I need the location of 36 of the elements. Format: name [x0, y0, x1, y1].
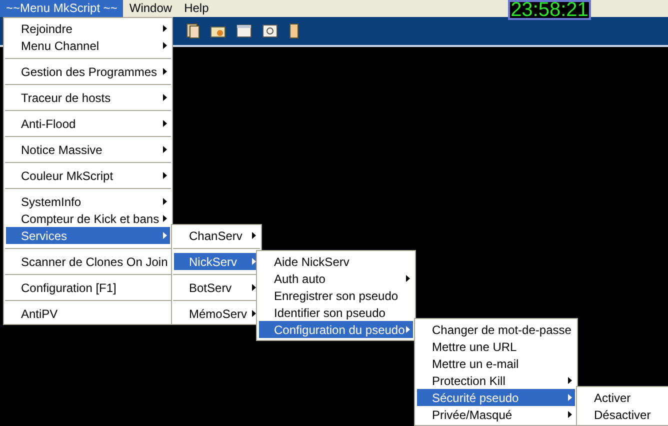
menu-item[interactable]: Compteur de Kick et bans	[6, 210, 170, 227]
menu-item[interactable]: Sécurité pseudo	[417, 389, 575, 406]
menu-item[interactable]: Enregistrer son pseudo	[259, 287, 413, 304]
menu-title[interactable]: ~~Menu MkScript ~~	[0, 0, 124, 17]
menu-item[interactable]: Activer	[579, 389, 668, 406]
menu-item[interactable]: Aide NickServ	[259, 253, 413, 270]
menu-item[interactable]: Mettre une URL	[417, 338, 575, 355]
menu-item[interactable]: NickServ	[174, 253, 259, 270]
menu-item[interactable]: Gestion des Programmes	[6, 63, 170, 80]
menu-item[interactable]: Services	[6, 227, 170, 244]
menu-item[interactable]: Désactiver	[579, 406, 668, 423]
menu-item[interactable]: BotServ	[174, 279, 259, 296]
menu-item[interactable]: SystemInfo	[6, 193, 170, 210]
menu-item[interactable]: Rejoindre	[6, 20, 170, 37]
document-icon[interactable]	[186, 23, 200, 39]
menu-item[interactable]: Mettre un e-mail	[417, 355, 575, 372]
menu-title[interactable]: Window	[123, 0, 178, 17]
menu-item[interactable]: Changer de mot-de-passe	[417, 321, 575, 338]
menu-item[interactable]: Notice Massive	[6, 141, 170, 158]
menu-title[interactable]: Help	[178, 0, 215, 17]
window-icon[interactable]	[236, 24, 252, 38]
menu-item[interactable]: Auth auto	[259, 270, 413, 287]
menu-item[interactable]: Menu Channel	[6, 37, 170, 54]
menu-item[interactable]: MémoServ	[174, 305, 259, 322]
clock: 23:58:21	[508, 0, 591, 20]
menu-item[interactable]: Scanner de Clones On Join	[6, 253, 170, 270]
menu-item[interactable]: Couleur MkScript	[6, 167, 170, 184]
menu-item[interactable]: Anti-Flood	[6, 115, 170, 132]
menu-item[interactable]: AntiPV	[6, 305, 170, 322]
menu-item[interactable]: Traceur de hosts	[6, 89, 170, 106]
menu-item[interactable]: Identifier son pseudo	[259, 304, 413, 321]
menu-item[interactable]: Protection Kill	[417, 372, 575, 389]
menu-item[interactable]: Configuration du pseudo	[259, 321, 413, 338]
menu-item[interactable]: ChanServ	[174, 227, 259, 244]
menu-item[interactable]: Privée/Masqué	[417, 406, 575, 423]
menu-item[interactable]: Configuration [F1]	[6, 279, 170, 296]
